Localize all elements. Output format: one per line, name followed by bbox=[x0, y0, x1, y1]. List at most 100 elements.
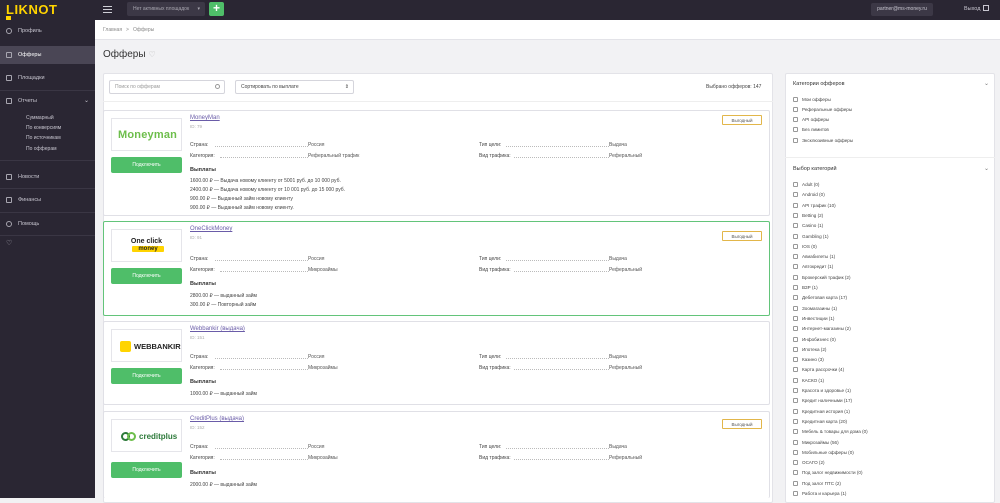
logout-button[interactable]: Выход bbox=[964, 5, 990, 12]
sidebar-item-news[interactable]: Новости bbox=[0, 168, 95, 186]
user-email[interactable]: partner@ms-money.ru bbox=[871, 3, 933, 16]
sidebar-subitem-summary[interactable]: Суммарный bbox=[26, 115, 54, 121]
connect-button[interactable]: Подключить bbox=[111, 462, 182, 478]
checkbox-icon[interactable] bbox=[793, 254, 798, 260]
chevron-down-icon[interactable]: ⌄ bbox=[984, 80, 989, 87]
checkbox-icon[interactable] bbox=[793, 192, 798, 198]
category-checkbox[interactable]: Под залог ПТС (2) bbox=[793, 480, 841, 487]
checkbox-icon[interactable] bbox=[793, 460, 798, 466]
offer-category-checkbox[interactable]: Эксклюзивные офферы bbox=[793, 138, 853, 144]
sidebar-item-help[interactable]: Помощь bbox=[0, 215, 95, 233]
checkbox-icon[interactable] bbox=[793, 264, 798, 270]
sidebar-item-finance[interactable]: Финансы bbox=[0, 191, 95, 209]
category-checkbox[interactable]: Мобильные офферы (0) bbox=[793, 449, 854, 456]
offer-categories-title[interactable]: Категории офферов bbox=[793, 81, 845, 87]
checkbox-icon[interactable] bbox=[793, 223, 798, 229]
platform-select[interactable]: Нет активных площадок ▾ bbox=[127, 2, 205, 16]
offer-category-checkbox[interactable]: Реферальные офферы bbox=[793, 107, 852, 113]
offer-name-link[interactable]: MoneyMan bbox=[190, 115, 220, 121]
checkbox-icon[interactable] bbox=[793, 429, 798, 435]
sidebar-item-reports[interactable]: Отчеты ⌄ bbox=[0, 92, 95, 110]
heart-icon[interactable]: ♡ bbox=[149, 50, 156, 59]
category-checkbox[interactable]: Брокерский трафик (2) bbox=[793, 274, 850, 281]
category-checkbox[interactable]: Инфобизнес (0) bbox=[793, 336, 836, 343]
category-checkbox[interactable]: Кредит наличными (17) bbox=[793, 398, 852, 404]
checkbox-icon[interactable] bbox=[793, 491, 798, 496]
menu-toggle-icon[interactable] bbox=[103, 6, 112, 13]
checkbox-icon[interactable] bbox=[793, 138, 798, 143]
category-checkbox[interactable]: Авиабилеты (1) bbox=[793, 254, 835, 260]
checkbox-icon[interactable] bbox=[793, 439, 798, 445]
category-checkbox[interactable]: Красота и здоровье (1) bbox=[793, 388, 851, 394]
checkbox-icon[interactable] bbox=[793, 182, 798, 187]
sidebar-subitem-sources[interactable]: По источникам bbox=[26, 135, 61, 141]
category-checkbox[interactable]: Казино (3) bbox=[793, 357, 824, 363]
chevron-down-icon[interactable]: ⌄ bbox=[984, 165, 989, 172]
category-checkbox[interactable]: Casino (1) bbox=[793, 223, 823, 229]
checkbox-icon[interactable] bbox=[793, 470, 798, 476]
offer-category-checkbox[interactable]: Без лимитов bbox=[793, 127, 829, 133]
checkbox-icon[interactable] bbox=[793, 315, 798, 321]
heart-icon[interactable]: ♡ bbox=[6, 239, 12, 247]
checkbox-icon[interactable] bbox=[793, 243, 798, 249]
category-checkbox[interactable]: Android (0) bbox=[793, 192, 825, 198]
sidebar-item-offers[interactable]: Офферы bbox=[0, 46, 95, 64]
category-checkbox[interactable]: КАСКО (1) bbox=[793, 377, 824, 384]
connect-button[interactable]: Подключить bbox=[111, 268, 182, 284]
sidebar-subitem-conversions[interactable]: По конверсиям bbox=[26, 125, 61, 131]
category-checkbox[interactable]: API трафик (10) bbox=[793, 202, 836, 209]
category-checkbox[interactable]: Adult (0) bbox=[793, 182, 819, 188]
category-checkbox[interactable]: Betting (2) bbox=[793, 212, 823, 219]
checkbox-icon[interactable] bbox=[793, 418, 798, 424]
category-select-title[interactable]: Выбор категорий bbox=[793, 166, 837, 172]
add-platform-button[interactable]: + bbox=[209, 2, 224, 16]
checkbox-icon[interactable] bbox=[793, 274, 798, 280]
checkbox-icon[interactable] bbox=[793, 295, 798, 301]
checkbox-icon[interactable] bbox=[793, 449, 798, 455]
category-checkbox[interactable]: Карта рассрочки (4) bbox=[793, 367, 844, 373]
checkbox-icon[interactable] bbox=[793, 212, 798, 218]
checkbox-icon[interactable] bbox=[793, 336, 798, 342]
offer-name-link[interactable]: Webbankir (выдача) bbox=[190, 326, 245, 332]
category-checkbox[interactable]: Интернет-магазины (2) bbox=[793, 326, 851, 332]
checkbox-icon[interactable] bbox=[793, 97, 798, 102]
checkbox-icon[interactable] bbox=[793, 285, 798, 290]
category-checkbox[interactable]: Автокредит (1) bbox=[793, 264, 833, 270]
category-checkbox[interactable]: Кредитная карта (20) bbox=[793, 418, 847, 425]
category-checkbox[interactable]: Мебель & товары для дома (0) bbox=[793, 429, 868, 435]
checkbox-icon[interactable] bbox=[793, 107, 798, 112]
logo[interactable]: LIKNOT bbox=[6, 2, 64, 18]
category-checkbox[interactable]: IOS (0) bbox=[793, 243, 817, 250]
sidebar-item-platforms[interactable]: Площадки bbox=[0, 69, 95, 87]
sort-select[interactable]: Сортировать по выплате ⇕ bbox=[235, 80, 354, 94]
offer-name-link[interactable]: OneClickMoney bbox=[190, 226, 232, 232]
checkbox-icon[interactable] bbox=[793, 367, 798, 373]
checkbox-icon[interactable] bbox=[793, 408, 798, 414]
checkbox-icon[interactable] bbox=[793, 377, 798, 383]
offer-name-link[interactable]: CreditPlus (выдача) bbox=[190, 416, 244, 422]
sidebar-item-profile[interactable]: Профиль bbox=[0, 22, 95, 40]
checkbox-icon[interactable] bbox=[793, 127, 798, 132]
category-checkbox[interactable]: ВЗР (1) bbox=[793, 285, 818, 291]
checkbox-icon[interactable] bbox=[793, 398, 798, 404]
category-checkbox[interactable]: Под залог недвижимости (0) bbox=[793, 470, 863, 476]
checkbox-icon[interactable] bbox=[793, 346, 798, 352]
sidebar-subitem-by-offers[interactable]: По офферам bbox=[26, 146, 57, 152]
checkbox-icon[interactable] bbox=[793, 357, 798, 363]
offer-category-checkbox[interactable]: Мои офферы bbox=[793, 97, 831, 103]
checkbox-icon[interactable] bbox=[793, 305, 798, 311]
category-checkbox[interactable]: Зоомагазины (1) bbox=[793, 305, 837, 312]
connect-button[interactable]: Подключить bbox=[111, 368, 182, 384]
category-checkbox[interactable]: Инвестиции (1) bbox=[793, 315, 834, 322]
category-checkbox[interactable]: Кредитная история (1) bbox=[793, 408, 850, 415]
category-checkbox[interactable]: Микрозаймы (56) bbox=[793, 439, 839, 446]
checkbox-icon[interactable] bbox=[793, 117, 798, 122]
category-checkbox[interactable]: Дебетовая карта (17) bbox=[793, 295, 847, 301]
category-checkbox[interactable]: Работа и карьера (1) bbox=[793, 491, 846, 497]
category-checkbox[interactable]: Gambling (1) bbox=[793, 233, 829, 240]
breadcrumb-home[interactable]: Главная bbox=[103, 27, 122, 33]
checkbox-icon[interactable] bbox=[793, 326, 798, 332]
search-input[interactable]: Поиск по офферам bbox=[109, 80, 225, 94]
category-checkbox[interactable]: Ипотека (2) bbox=[793, 346, 826, 353]
checkbox-icon[interactable] bbox=[793, 202, 798, 208]
